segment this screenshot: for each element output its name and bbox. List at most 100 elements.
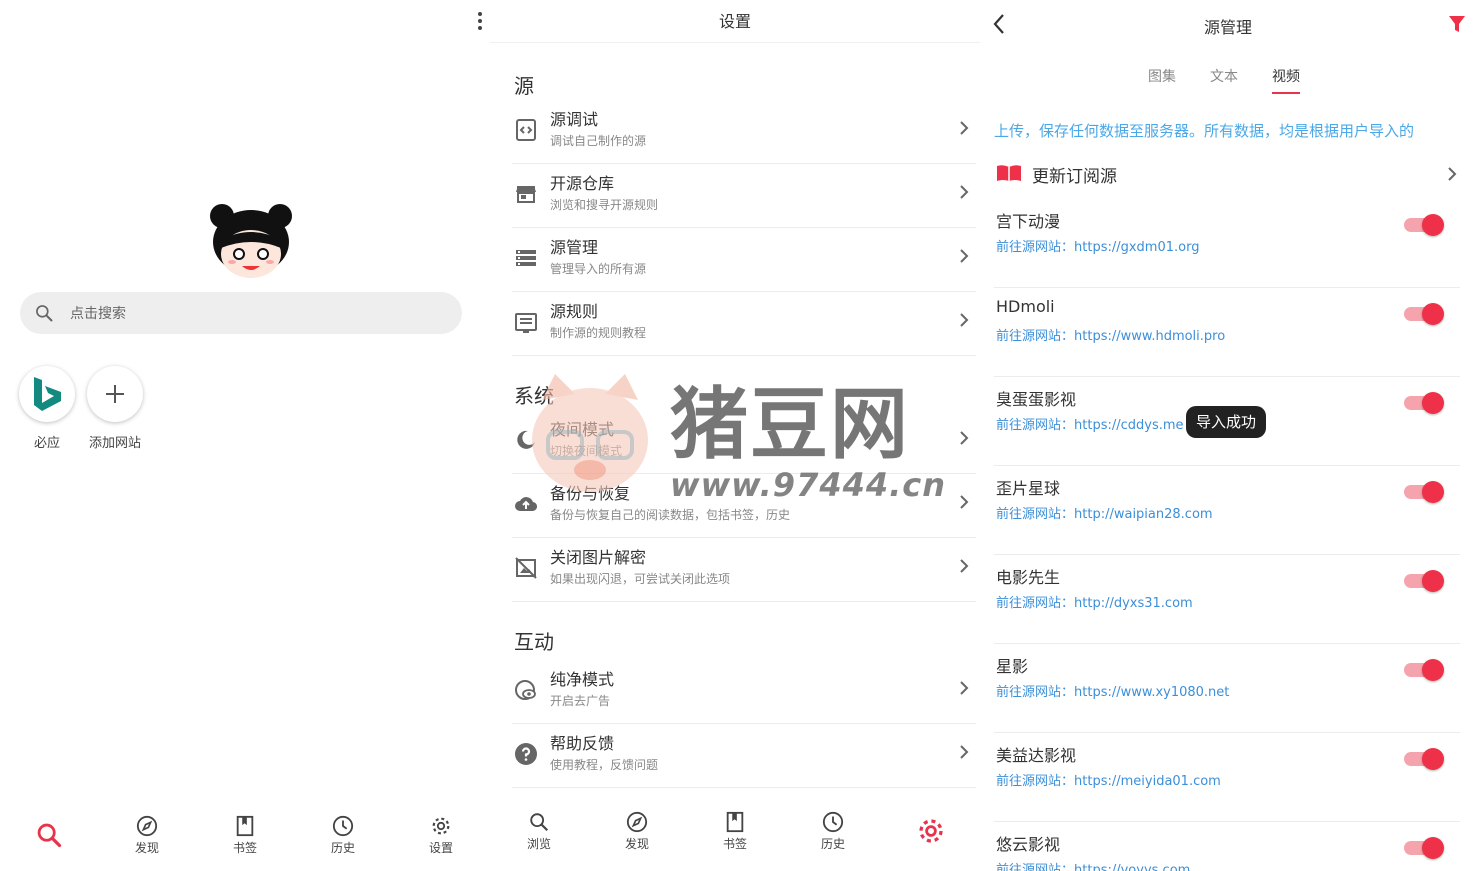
shortcut-bing[interactable]: 必应 [12, 366, 82, 451]
nav-label: 设置 [428, 840, 453, 855]
bookmark-icon [236, 815, 254, 836]
source-toggle[interactable] [1404, 390, 1444, 414]
plus-icon [87, 366, 143, 422]
source-link[interactable]: 前往源网站：https://meiyida01.com [996, 770, 1221, 789]
settings-item-help[interactable]: 帮助反馈 使用教程，反馈问题 [512, 724, 976, 788]
source-url: http://waipian28.com [1074, 507, 1213, 522]
nav-bookmarks[interactable]: 书签 [686, 801, 784, 861]
bookmark-icon [726, 811, 744, 832]
settings-item-open-repo[interactable]: 开源仓库 浏览和搜寻开源规则 [512, 164, 976, 228]
source-link-prefix: 前往源网站： [996, 685, 1075, 700]
source-url: https://www.xy1080.net [1074, 685, 1230, 700]
source-url: http://dyxs31.com [1074, 596, 1193, 611]
source-name: HDmoli [996, 297, 1055, 316]
page-title: 设置 [718, 12, 751, 31]
tab-text[interactable]: 文本 [1210, 66, 1238, 86]
chevron-right-icon [960, 185, 969, 199]
home-panel: 点击搜索 必应 添加网站 发现 书签 历史 设置 [0, 0, 490, 871]
settings-item-source-rules[interactable]: 源规则 制作源的规则教程 [512, 292, 976, 356]
moon-icon [517, 430, 535, 449]
source-name: 星影 [996, 657, 1029, 676]
nav-search[interactable] [0, 805, 98, 865]
source-toggle[interactable] [1404, 835, 1444, 859]
nav-browse[interactable]: 浏览 [490, 801, 588, 861]
gear-icon [919, 819, 943, 843]
source-url: https://cddys.me [1074, 418, 1184, 433]
code-icon [516, 119, 536, 141]
settings-item-backup[interactable]: 备份与恢复 备份与恢复自己的阅读数据，包括书签，历史 [512, 474, 976, 538]
source-toggle[interactable] [1404, 657, 1444, 681]
source-link-prefix: 前往源网站： [996, 329, 1075, 344]
source-toggle[interactable] [1404, 746, 1444, 770]
source-item[interactable]: 美益达影视 前往源网站：https://meiyida01.com [994, 734, 1460, 822]
update-subscription-row[interactable]: 更新订阅源 [994, 156, 1468, 192]
source-url: https://meiyida01.com [1074, 774, 1221, 789]
source-link-prefix: 前往源网站： [996, 507, 1075, 522]
chevron-right-icon [960, 495, 969, 509]
nav-discover[interactable]: 发现 [98, 805, 196, 865]
settings-item-source-manage[interactable]: 源管理 管理导入的所有源 [512, 228, 976, 292]
source-link[interactable]: 前往源网站：http://waipian28.com [996, 503, 1213, 522]
source-link-prefix: 前往源网站： [996, 418, 1075, 433]
more-menu-icon[interactable] [472, 10, 488, 34]
tab-video[interactable]: 视频 [1272, 66, 1300, 94]
tab-gallery[interactable]: 图集 [1148, 66, 1176, 86]
cloud-upload-icon [515, 497, 538, 512]
nav-discover[interactable]: 发现 [588, 801, 686, 861]
settings-item-source-debug[interactable]: 源调试 调试自己制作的源 [512, 100, 976, 164]
nav-history[interactable]: 历史 [784, 801, 882, 861]
source-link[interactable]: 前往源网站：https://gxdm01.org [996, 236, 1199, 255]
source-link[interactable]: 前往源网站：http://dyxs31.com [996, 592, 1193, 611]
settings-item-night-mode[interactable]: 夜间模式 切换夜间模式 [512, 410, 976, 474]
source-toggle[interactable] [1404, 479, 1444, 503]
search-bar[interactable]: 点击搜索 [20, 292, 462, 334]
source-item[interactable]: HDmoli 前往源网站：https://www.hdmoli.pro [994, 289, 1460, 377]
chevron-right-icon [960, 745, 969, 759]
item-title: 开源仓库 [550, 174, 615, 193]
nav-label: 浏览 [526, 836, 551, 851]
source-item[interactable]: 悠云影视 前往源网站：https://yoyys.com [994, 823, 1460, 871]
source-item[interactable]: 宫下动漫 前往源网站：https://gxdm01.org [994, 200, 1460, 288]
book-icon [997, 165, 1021, 181]
nav-label: 书签 [722, 836, 747, 851]
source-name: 电影先生 [996, 568, 1061, 587]
nav-history[interactable]: 历史 [294, 805, 392, 865]
settings-item-pure-mode[interactable]: 纯净模式 开启去广告 [512, 660, 976, 724]
nav-settings[interactable] [882, 801, 980, 861]
source-item[interactable]: 歪片星球 前往源网站：http://waipian28.com [994, 467, 1460, 555]
item-subtitle: 备份与恢复自己的阅读数据，包括书签，历史 [550, 508, 791, 522]
source-link[interactable]: 前往源网站：https://www.xy1080.net [996, 681, 1229, 700]
source-name: 悠云影视 [996, 835, 1061, 854]
source-link-prefix: 前往源网站： [996, 596, 1075, 611]
source-toggle[interactable] [1404, 568, 1444, 592]
gear-icon [432, 817, 450, 834]
source-link[interactable]: 前往源网站：https://yoyys.com [996, 859, 1190, 871]
source-toggle[interactable] [1404, 301, 1444, 325]
source-item[interactable]: 电影先生 前往源网站：http://dyxs31.com [994, 556, 1460, 644]
store-icon [516, 186, 536, 203]
chevron-right-icon [1448, 167, 1457, 181]
eye-shield-icon [515, 680, 536, 700]
category-tabs: 图集 文本 视频 [1148, 66, 1334, 94]
source-link-prefix: 前往源网站： [996, 240, 1075, 255]
nav-settings[interactable]: 设置 [392, 805, 490, 865]
clock-icon [822, 811, 844, 832]
source-item[interactable]: 星影 前往源网站：https://www.xy1080.net [994, 645, 1460, 733]
filter-icon[interactable] [1448, 15, 1466, 33]
item-title: 源调试 [550, 110, 599, 129]
header-divider [490, 42, 980, 43]
toast-message: 导入成功 [1186, 406, 1267, 438]
source-link[interactable]: 前往源网站：https://www.hdmoli.pro [996, 325, 1225, 344]
item-title: 帮助反馈 [550, 734, 615, 753]
item-subtitle: 如果出现闪退，可尝试关闭此选项 [550, 572, 731, 586]
search-placeholder: 点击搜索 [70, 306, 126, 322]
nav-label: 书签 [232, 840, 257, 855]
source-toggle[interactable] [1404, 212, 1444, 236]
nav-bookmarks[interactable]: 书签 [196, 805, 294, 865]
compass-icon [626, 811, 648, 832]
doc-icon [515, 313, 537, 333]
shortcut-add-site[interactable]: 添加网站 [80, 366, 150, 451]
source-link[interactable]: 前往源网站：https://cddys.me [996, 414, 1184, 433]
search-icon [37, 823, 62, 848]
settings-item-image-decrypt[interactable]: 关闭图片解密 如果出现闪退，可尝试关闭此选项 [512, 538, 976, 602]
